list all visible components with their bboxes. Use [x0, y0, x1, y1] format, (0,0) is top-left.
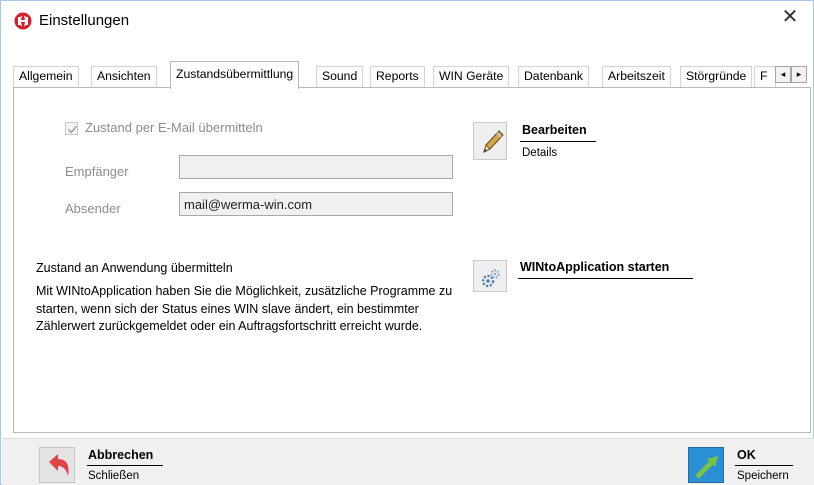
- pencil-icon: [483, 130, 504, 153]
- tab-stoergruende[interactable]: Störgründe: [680, 66, 753, 87]
- tab-reports[interactable]: Reports: [370, 66, 425, 87]
- recipient-label: Empfänger: [65, 164, 129, 179]
- tab-truncated[interactable]: F: [754, 66, 776, 87]
- cancel-title[interactable]: Abbrechen: [88, 448, 153, 462]
- ok-subtitle: Speichern: [737, 470, 789, 482]
- cancel-subtitle: Schließen: [88, 470, 140, 482]
- sender-label: Absender: [65, 201, 121, 216]
- tab-zustandsuebermittlung[interactable]: Zustandsübermittlung: [170, 61, 300, 89]
- ok-button[interactable]: [688, 447, 724, 483]
- app-logo-icon: [14, 12, 32, 30]
- edit-link-underline: [520, 141, 596, 142]
- tab-scroll-left-icon[interactable]: ◂: [775, 66, 791, 83]
- settings-window: Einstellungen ✕ Allgemein Ansichten Zust…: [0, 0, 814, 485]
- cancel-underline: [87, 465, 163, 466]
- tab-datenbank[interactable]: Datenbank: [518, 66, 589, 87]
- email-checkbox-label[interactable]: Zustand per E-Mail übermitteln: [85, 120, 263, 135]
- start-application-underline: [518, 278, 693, 279]
- undo-arrow-icon: [49, 454, 69, 476]
- tab-scroll-right-icon[interactable]: ▸: [791, 66, 807, 83]
- gears-icon: [481, 269, 500, 288]
- tab-win-geraete[interactable]: WIN Geräte: [433, 66, 510, 87]
- start-application-link[interactable]: WINtoApplication starten: [520, 260, 669, 274]
- edit-button[interactable]: [473, 122, 507, 160]
- application-description: Mit WINtoApplication haben Sie die Mögli…: [36, 284, 453, 333]
- tab-arbeitszeit[interactable]: Arbeitszeit: [602, 66, 671, 87]
- close-button[interactable]: ✕: [767, 1, 813, 33]
- tab-strip: Allgemein Ansichten Zustandsübermittlung…: [13, 61, 811, 89]
- title-bar: Einstellungen ✕: [1, 1, 813, 41]
- tab-sound[interactable]: Sound: [316, 66, 364, 87]
- ok-arrow-icon: [695, 456, 718, 479]
- edit-link[interactable]: Bearbeiten: [522, 123, 587, 137]
- dialog-footer: Abbrechen Schließen OK Speichern: [2, 438, 814, 485]
- tab-ansichten[interactable]: Ansichten: [91, 66, 157, 87]
- window-title: Einstellungen: [39, 12, 130, 29]
- ok-title[interactable]: OK: [737, 448, 756, 462]
- ok-underline: [735, 465, 793, 466]
- edit-subtitle: Details: [522, 147, 558, 159]
- tab-allgemein[interactable]: Allgemein: [13, 66, 79, 87]
- checkmark-icon: [68, 125, 78, 134]
- cancel-button[interactable]: [39, 447, 75, 483]
- start-application-button[interactable]: [473, 260, 507, 292]
- sender-field[interactable]: [179, 192, 453, 216]
- tab-panel: [13, 87, 811, 433]
- application-section-title: Zustand an Anwendung übermitteln: [36, 261, 233, 275]
- email-checkbox[interactable]: [65, 122, 78, 135]
- recipient-field[interactable]: [179, 155, 453, 179]
